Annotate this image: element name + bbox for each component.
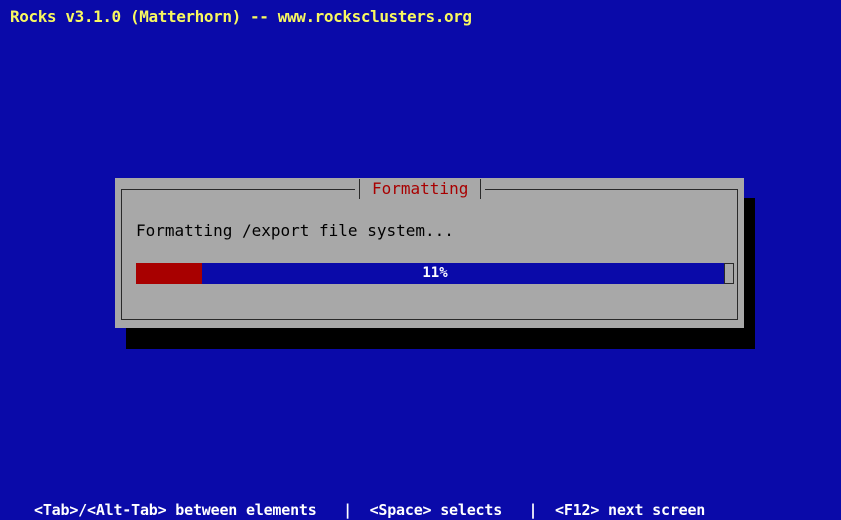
dialog-title: Formatting	[372, 179, 469, 198]
formatting-dialog: Formatting Formatting /export file syste…	[115, 178, 744, 328]
installer-screen: { "title_bar": { "text": "Rocks v3.1.0 (…	[0, 0, 841, 519]
progress-bar: 11%	[136, 263, 734, 284]
progress-bar-end-cap	[724, 263, 734, 284]
progress-percent-label: 11%	[422, 265, 448, 281]
dialog-title-bar: Formatting	[355, 179, 486, 199]
installer-title-bar: Rocks v3.1.0 (Matterhorn) -- www.rockscl…	[10, 7, 472, 26]
status-message: Formatting /export file system...	[136, 221, 454, 240]
title-right-tick	[480, 179, 482, 199]
dialog-frame	[121, 189, 738, 320]
keyboard-help-line: <Tab>/<Alt-Tab> between elements | <Spac…	[34, 501, 706, 519]
